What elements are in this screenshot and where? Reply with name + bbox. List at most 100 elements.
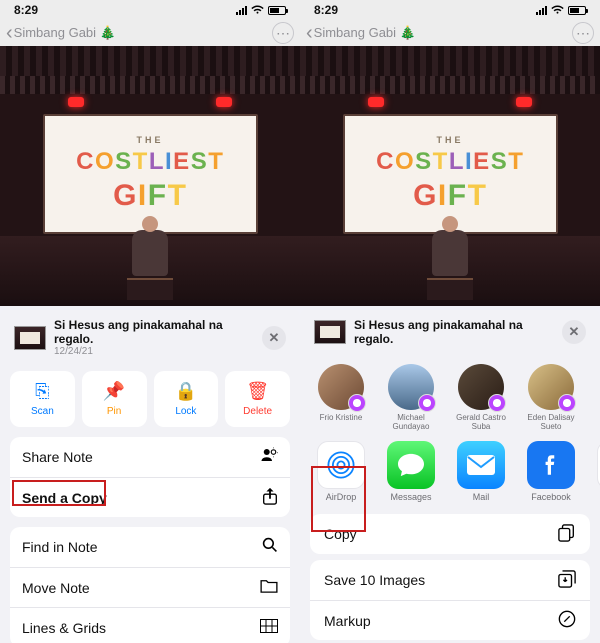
facebook-label: Facebook [531,492,571,502]
share-note-item[interactable]: Share Note [10,437,290,477]
move-label: Move Note [22,580,90,596]
sheet-header: Si Hesus ang pinakamahal na regalo. ✕ [310,308,590,356]
sheet-title: Si Hesus ang pinakamahal na regalo. [354,318,554,346]
grid-icon [260,619,278,637]
markup-label: Markup [324,613,371,629]
airdrop-label: AirDrop [326,492,357,502]
lock-label: Lock [175,406,196,417]
wifi-icon [551,5,564,15]
status-bar: 8:29 [0,0,300,20]
collaborate-icon [260,446,278,468]
chevron-left-icon: ‹ [6,23,13,43]
messages-app[interactable]: Messages [382,441,440,502]
nav-bar: ‹ Simbang Gabi 🎄 ⋯ [0,20,300,46]
note-thumbnail [14,326,46,350]
share-contact[interactable]: Gerald Castro Suba [452,364,510,431]
save-images-action[interactable]: Save 10 Images [310,560,590,600]
back-label: Simbang Gabi 🎄 [314,25,416,41]
hero-eyebrow: THE [137,135,164,145]
save-images-label: Save 10 Images [324,572,425,588]
search-icon [262,537,278,557]
avatar [318,364,364,410]
copy-action[interactable]: Copy [310,514,590,554]
screen-left: 8:29 ‹ Simbang Gabi 🎄 ⋯ THE COSTLIEST GI… [0,0,300,643]
status-indicators [536,5,586,15]
lock-icon: 🔒 [175,381,197,402]
send-copy-item[interactable]: Send a Copy [10,477,290,517]
close-icon: ✕ [269,330,280,346]
signal-icon [236,6,247,15]
more-button[interactable]: ⋯ [572,22,594,44]
action-group-2: Save 10 Images Markup [310,560,590,640]
status-time: 8:29 [314,3,338,17]
back-button[interactable]: ‹ Simbang Gabi 🎄 [306,23,416,43]
nav-bar: ‹ Simbang Gabi 🎄 ⋯ [300,20,600,46]
more-button[interactable]: ⋯ [272,22,294,44]
note-hero-image: THE COSTLIEST GIFT [300,46,600,306]
share-sheet: Si Hesus ang pinakamahal na regalo. ✕ Fr… [300,308,600,643]
folder-icon [260,579,278,597]
status-indicators [236,5,286,15]
close-button[interactable]: ✕ [262,326,286,350]
copy-label: Copy [324,526,357,542]
scan-icon: ⎘ [35,381,49,402]
pin-label: Pin [107,406,121,417]
scan-button[interactable]: ⎘ Scan [10,371,75,427]
markup-icon [558,610,576,631]
facebook-app[interactable]: Facebook [522,441,580,502]
close-icon: ✕ [569,324,580,340]
back-button[interactable]: ‹ Simbang Gabi 🎄 [6,23,116,43]
airdrop-icon [317,441,365,489]
markup-action[interactable]: Markup [310,600,590,640]
avatar [458,364,504,410]
pin-button[interactable]: 📌 Pin [82,371,147,427]
share-contact[interactable]: Eden Dalisay Sueto [522,364,580,431]
people-row: Frio Kristine Michael Gundayao Gerald Ca… [310,356,590,435]
lines-label: Lines & Grids [22,620,106,636]
pin-icon: 📌 [103,381,125,402]
back-label: Simbang Gabi 🎄 [14,25,116,41]
find-label: Find in Note [22,539,97,555]
mail-label: Mail [473,492,490,502]
mail-icon [457,441,505,489]
battery-icon [268,6,286,15]
share-note-label: Share Note [22,449,93,465]
battery-icon [568,6,586,15]
move-note-item[interactable]: Move Note [10,567,290,607]
download-icon [558,570,576,591]
hero-eyebrow: THE [437,135,464,145]
ellipsis-icon: ⋯ [576,25,590,42]
sheet-subtitle: 12/24/21 [54,346,254,357]
find-in-note-item[interactable]: Find in Note [10,527,290,567]
delete-button[interactable]: 🗑 Delete [225,371,290,427]
menu-group-1: Share Note Send a Copy [10,437,290,517]
hero-line2: GIFT [413,179,487,213]
contact-name: Gerald Castro Suba [452,413,510,431]
screen-right: 8:29 ‹ Simbang Gabi 🎄 ⋯ THE COSTLIEST GI… [300,0,600,643]
close-button[interactable]: ✕ [562,320,586,344]
contact-name: Michael Gundayao [382,413,440,431]
hero-line1: COSTLIEST [376,148,524,176]
contact-name: Eden Dalisay Sueto [522,413,580,431]
share-contact[interactable]: Frio Kristine [312,364,370,431]
app-row: AirDrop Messages Mail Facebook [310,435,590,508]
note-thumbnail [314,320,346,344]
share-contact[interactable]: Michael Gundayao [382,364,440,431]
hero-line2: GIFT [113,179,187,213]
note-hero-image: THE COSTLIEST GIFT [0,46,300,306]
send-copy-label: Send a Copy [22,490,107,506]
copy-icon [558,524,576,545]
status-bar: 8:29 [300,0,600,20]
hero-line1: COSTLIEST [76,148,224,176]
sheet-header: Si Hesus ang pinakamahal na regalo. 12/2… [10,308,290,367]
mail-app[interactable]: Mail [452,441,510,502]
lines-grids-item[interactable]: Lines & Grids [10,607,290,643]
status-time: 8:29 [14,3,38,17]
action-group-1: Copy [310,514,590,554]
action-sheet: Si Hesus ang pinakamahal na regalo. 12/2… [0,308,300,643]
scan-label: Scan [31,406,54,417]
more-app[interactable] [592,441,600,502]
airdrop-app[interactable]: AirDrop [312,441,370,502]
lock-button[interactable]: 🔒 Lock [154,371,219,427]
sheet-title: Si Hesus ang pinakamahal na regalo. [54,318,254,346]
